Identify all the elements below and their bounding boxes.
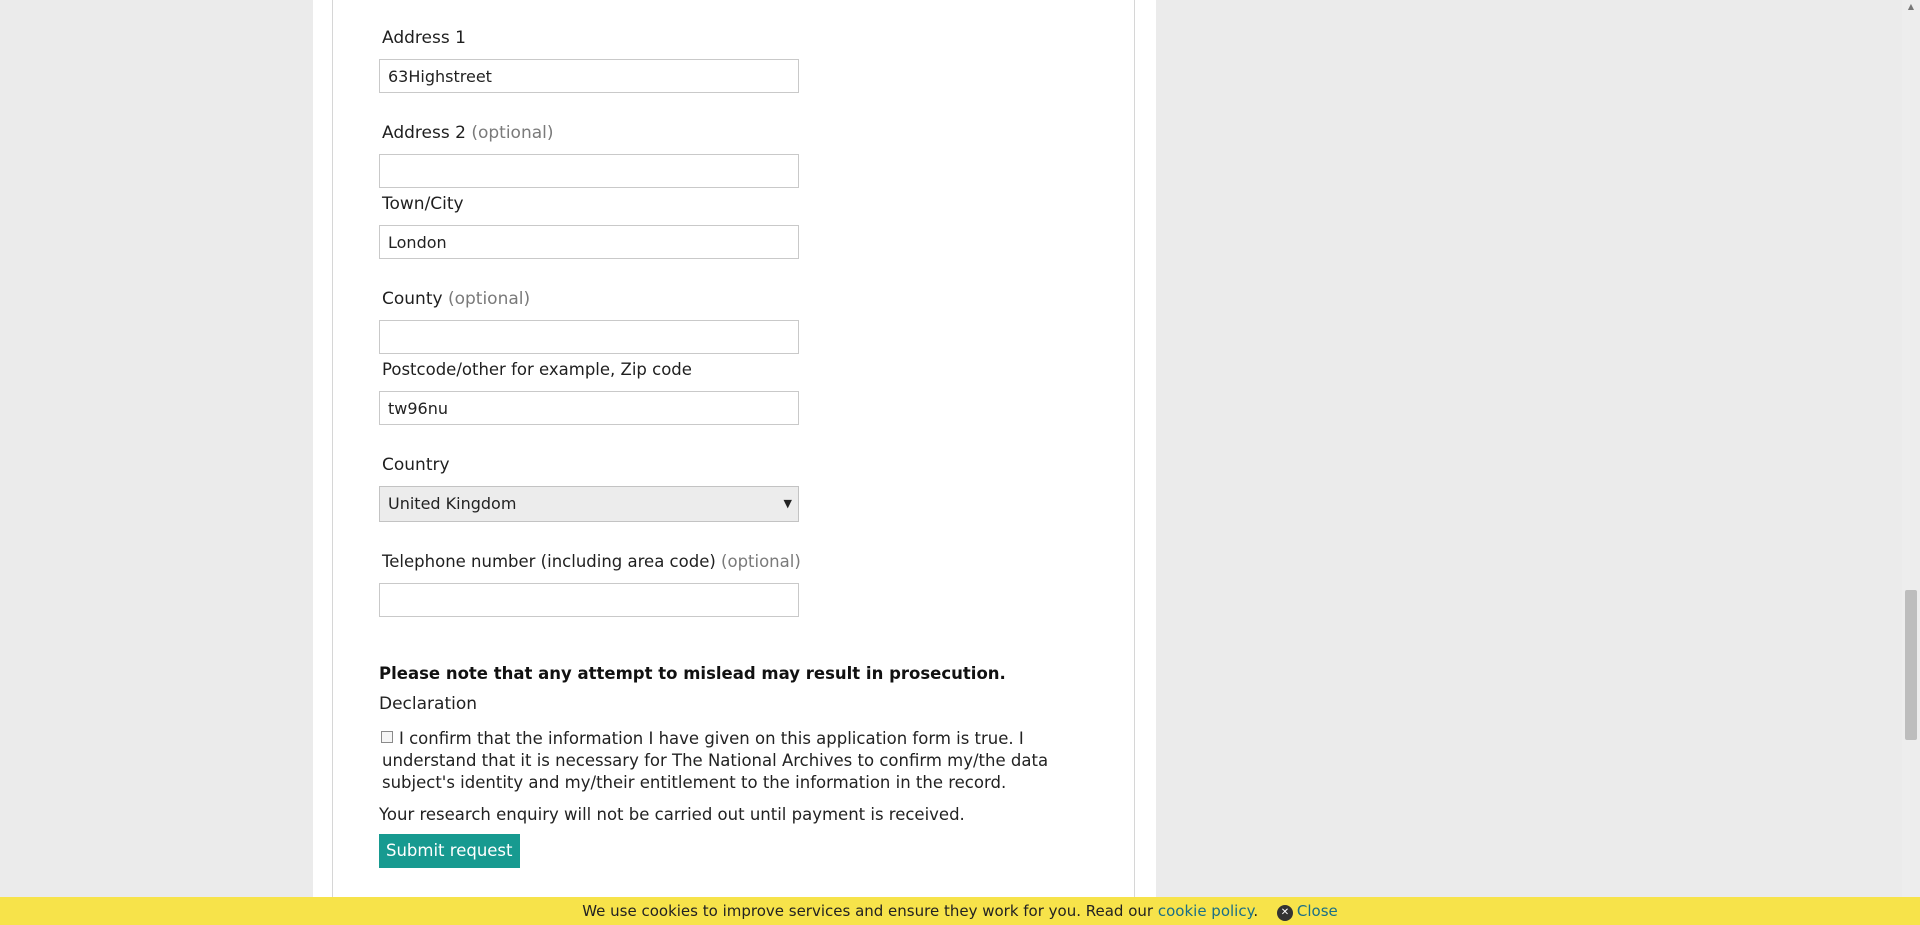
country-select[interactable]: United Kingdom ▼ <box>379 486 799 522</box>
cookie-close-button[interactable]: ✕ Close <box>1276 902 1338 921</box>
telephone-input[interactable] <box>379 583 799 617</box>
scroll-up-arrow-icon[interactable]: ▲ <box>1902 2 1920 12</box>
town-label: Town/City <box>382 194 464 214</box>
close-icon[interactable]: ✕ <box>1276 905 1293 921</box>
country-selected-value: United Kingdom <box>388 494 517 513</box>
prosecution-warning: Please note that any attempt to mislead … <box>379 664 1006 683</box>
town-input[interactable] <box>379 225 799 259</box>
postcode-label: Postcode/other for example, Zip code <box>382 360 692 379</box>
county-input[interactable] <box>379 320 799 354</box>
cookie-period: . <box>1253 902 1259 920</box>
address2-optional: (optional) <box>471 123 554 143</box>
scrollbar-thumb[interactable] <box>1905 590 1917 740</box>
declaration-heading: Declaration <box>379 694 478 714</box>
postcode-input[interactable] <box>379 391 799 425</box>
cookie-banner: We use cookies to improve services and e… <box>0 897 1920 925</box>
county-label: County (optional) <box>382 289 531 309</box>
address1-label: Address 1 <box>382 28 466 48</box>
cookie-close-link[interactable]: Close <box>1297 902 1338 920</box>
cookie-text: We use cookies to improve services and e… <box>582 902 1154 920</box>
county-optional: (optional) <box>447 289 531 309</box>
address1-input[interactable] <box>379 59 799 93</box>
scrollbar[interactable]: ▲ <box>1902 0 1920 925</box>
submit-request-button[interactable]: Submit request <box>379 834 520 868</box>
country-label: Country <box>382 455 450 475</box>
telephone-optional: (optional) <box>721 552 801 571</box>
address2-input[interactable] <box>379 154 799 188</box>
address2-label: Address 2 (optional) <box>382 123 554 143</box>
telephone-label: Telephone number (including area code) (… <box>382 552 801 571</box>
declaration-text: I confirm that the information I have gi… <box>382 729 1049 792</box>
payment-note: Your research enquiry will not be carrie… <box>379 805 965 824</box>
dropdown-arrow-icon: ▼ <box>783 497 792 510</box>
cookie-policy-link[interactable]: cookie policy <box>1158 902 1253 920</box>
